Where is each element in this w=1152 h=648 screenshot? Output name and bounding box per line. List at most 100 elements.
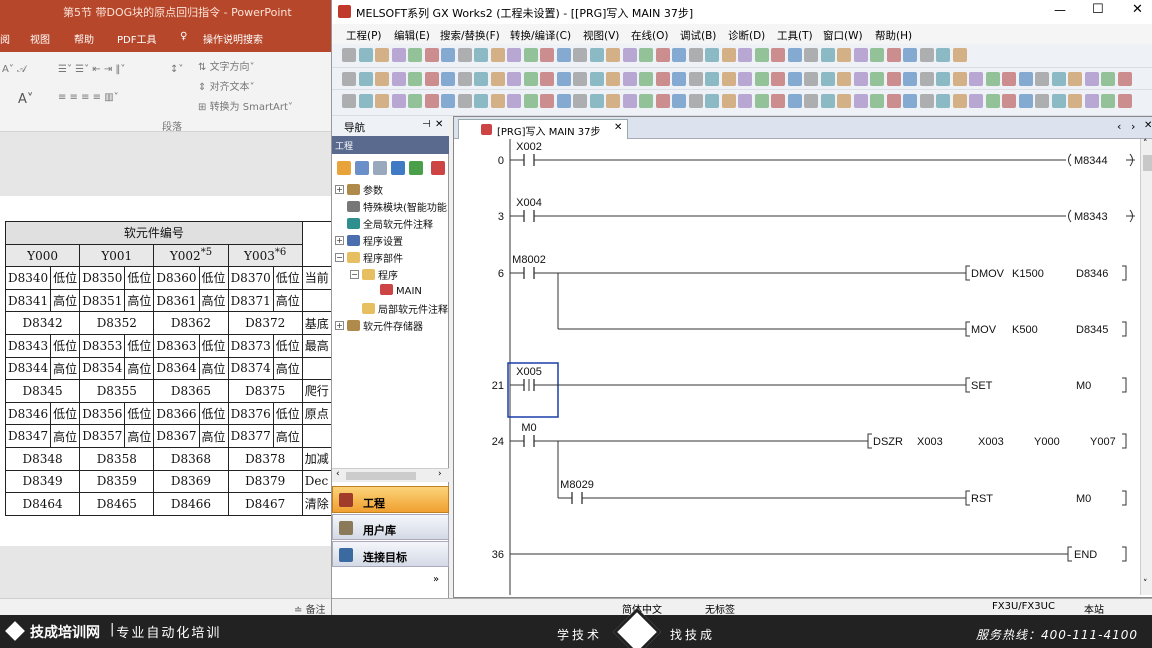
toolbar-icon[interactable]	[969, 72, 983, 86]
toolbar-icon[interactable]	[589, 48, 604, 62]
toolbar-icon[interactable]	[936, 48, 950, 62]
toolbar-icon[interactable]	[1117, 94, 1132, 108]
toolbar-icon[interactable]	[952, 72, 967, 86]
toolbar-icon[interactable]	[1018, 72, 1033, 86]
toolbar-icon[interactable]	[853, 72, 868, 86]
nav-close-icon[interactable]: ✕	[435, 119, 443, 130]
toolbar-icon[interactable]	[639, 94, 653, 108]
toolbar-icon[interactable]	[540, 94, 554, 108]
toolbar-icon[interactable]	[738, 48, 752, 62]
toolbar-icon[interactable]	[655, 48, 670, 62]
toolbar-icon[interactable]	[787, 94, 802, 108]
tab-left-icon[interactable]: ‹	[1117, 120, 1121, 133]
collapse-icon[interactable]: −	[350, 270, 359, 279]
font-color-icon[interactable]: A˅	[18, 92, 33, 107]
toolbar-icon[interactable]	[886, 48, 901, 62]
tree-item-program-setting[interactable]: 程序设置	[347, 233, 403, 248]
align-text-button[interactable]: ⇕ 对齐文本˅	[198, 78, 255, 93]
tab-view[interactable]: 视图	[30, 31, 50, 46]
tree-item-program[interactable]: 程序	[362, 267, 398, 282]
tab-help[interactable]: 帮助	[74, 31, 94, 46]
toolbar-icon[interactable]	[771, 48, 785, 62]
toolbar-icon[interactable]	[1084, 72, 1099, 86]
toolbar-icon[interactable]	[573, 94, 587, 108]
toolbar-icon[interactable]	[903, 72, 917, 86]
toolbar-icon[interactable]	[1002, 94, 1016, 108]
toolbar-icon[interactable]	[523, 72, 538, 86]
menu-view[interactable]: 视图(V)	[583, 28, 619, 43]
toolbar-icon[interactable]	[606, 94, 620, 108]
toolbar-icon[interactable]	[556, 94, 571, 108]
toolbar-icon[interactable]	[457, 94, 472, 108]
tab-close-icon[interactable]: ✕	[614, 122, 622, 133]
expand-icon[interactable]: +	[335, 185, 344, 194]
toolbar-icon[interactable]	[523, 48, 538, 62]
nav-button-connection[interactable]: 连接目标	[332, 541, 449, 567]
toolbar-icon[interactable]	[622, 72, 637, 86]
tab-review[interactable]: 阅	[0, 31, 10, 46]
toolbar-icon[interactable]	[358, 72, 373, 86]
toolbar-icon[interactable]	[1035, 94, 1049, 108]
toolbar-icon[interactable]	[969, 94, 983, 108]
menu-tools[interactable]: 工具(T)	[777, 28, 813, 43]
toolbar-icon[interactable]	[375, 94, 389, 108]
toolbar-icon[interactable]	[358, 48, 373, 62]
toolbar-icon[interactable]	[573, 72, 587, 86]
toolbar-icon[interactable]	[672, 72, 686, 86]
toolbar-icon[interactable]	[738, 94, 752, 108]
toolbar-icon[interactable]	[672, 94, 686, 108]
toolbar-icon[interactable]	[375, 48, 389, 62]
toolbar-icon[interactable]	[705, 94, 719, 108]
toolbar-icon[interactable]	[919, 72, 934, 86]
toolbar-icon[interactable]	[507, 94, 521, 108]
toolbar-icon[interactable]	[490, 72, 505, 86]
toolbar-icon[interactable]	[787, 48, 802, 62]
toolbar-icon[interactable]	[408, 48, 422, 62]
pin-icon[interactable]: ⊣	[422, 119, 431, 130]
tab-pdf-tools[interactable]: PDF工具	[117, 31, 156, 46]
toolbar-icon[interactable]	[754, 48, 769, 62]
tree-item-main[interactable]: MAIN	[380, 284, 422, 297]
line-spacing-icon[interactable]: ↕˅	[170, 64, 183, 75]
toolbar-icon[interactable]	[1117, 72, 1132, 86]
tree-item-global-comment[interactable]: 全局软元件注释	[347, 216, 433, 231]
toolbar-icon[interactable]	[655, 94, 670, 108]
delete-icon[interactable]	[431, 161, 445, 175]
toolbar-icon[interactable]	[556, 48, 571, 62]
toolbar-icon[interactable]	[1035, 72, 1049, 86]
toolbar-icon[interactable]	[1068, 94, 1082, 108]
toolbar-icon[interactable]	[952, 48, 967, 62]
toolbar-icon[interactable]	[606, 72, 620, 86]
toolbar-icon[interactable]	[870, 72, 884, 86]
toolbar-icon[interactable]	[490, 94, 505, 108]
align-icons[interactable]: ≡ ≡ ≡ ≡ ▥˅	[58, 92, 119, 103]
toolbar-icon[interactable]	[408, 72, 422, 86]
toolbar-icon[interactable]	[754, 72, 769, 86]
toolbar-icon[interactable]	[804, 94, 818, 108]
toolbar-icon[interactable]	[1101, 94, 1115, 108]
toolbar-icon[interactable]	[820, 48, 835, 62]
toolbar-icon[interactable]	[391, 94, 406, 108]
toolbar-icon[interactable]	[540, 48, 554, 62]
toolbar-icon[interactable]	[721, 48, 736, 62]
paste-icon[interactable]	[373, 161, 387, 175]
toolbar-icon[interactable]	[837, 94, 851, 108]
toolbar-icon[interactable]	[1002, 72, 1016, 86]
toolbar-icon[interactable]	[408, 94, 422, 108]
tab-right-icon[interactable]: ›	[1131, 120, 1135, 133]
tree-item-pou[interactable]: 程序部件	[347, 250, 403, 265]
toolbar-icon[interactable]	[556, 72, 571, 86]
tree-item-device-memory[interactable]: 软元件存储器	[347, 318, 423, 333]
toolbar-icon[interactable]	[919, 94, 934, 108]
menu-convert[interactable]: 转换/编译(C)	[510, 28, 571, 43]
toolbar-icon[interactable]	[424, 72, 439, 86]
toolbar-icon[interactable]	[936, 94, 950, 108]
menu-project[interactable]: 工程(P)	[346, 28, 382, 43]
tree-item-parameter[interactable]: 参数	[347, 182, 383, 197]
toolbar-icon[interactable]	[606, 48, 620, 62]
toolbar-icon[interactable]	[474, 48, 488, 62]
scroll-thumb[interactable]	[1143, 155, 1152, 171]
nav-hscroll[interactable]: ‹ ›	[332, 468, 449, 482]
toolbar-icon[interactable]	[952, 94, 967, 108]
toolbar-icon[interactable]	[474, 94, 488, 108]
